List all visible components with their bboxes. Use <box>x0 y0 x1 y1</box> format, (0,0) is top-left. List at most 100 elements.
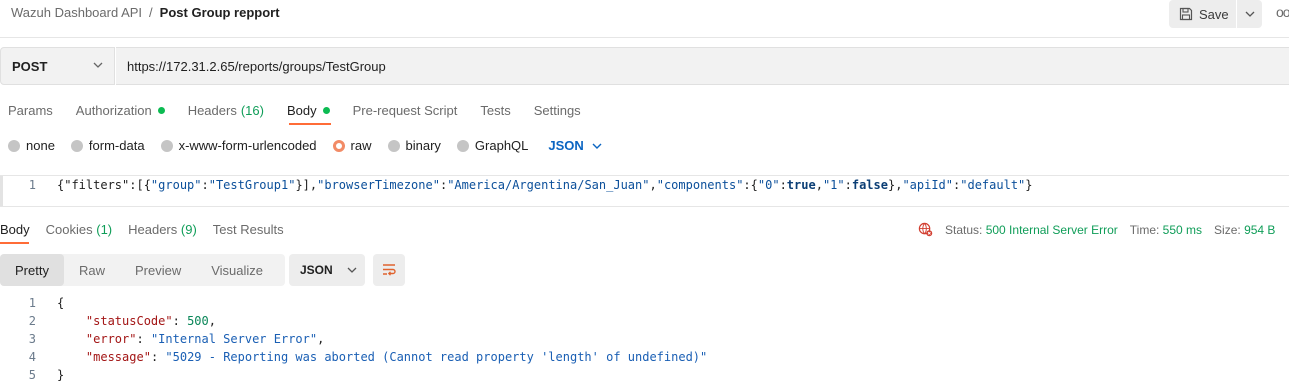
response-format-dropdown[interactable]: JSON <box>289 254 365 286</box>
code-token: : <box>150 350 166 364</box>
response-status-bar: Status: 500 Internal Server Error Time: … <box>918 222 1287 237</box>
response-size[interactable]: Size: 954 B <box>1214 223 1275 237</box>
code-token: {"filters":[{ <box>57 178 151 192</box>
header-divider <box>0 37 1289 38</box>
code-line: "message": "5029 - Reporting was aborted… <box>57 350 707 364</box>
line-number: 1 <box>28 296 36 310</box>
chevron-down-icon <box>1245 11 1254 17</box>
response-time[interactable]: Time: 550 ms <box>1130 223 1202 237</box>
code-token: , <box>815 178 823 192</box>
tab-settings[interactable]: Settings <box>534 102 581 118</box>
tab-response-headers[interactable]: Headers (9) <box>128 222 197 237</box>
response-status[interactable]: Status: 500 Internal Server Error <box>945 223 1118 237</box>
method-select[interactable]: POST <box>0 47 115 85</box>
wrap-lines-button[interactable] <box>373 254 405 286</box>
radio-circle-icon <box>456 139 469 152</box>
line-number: 4 <box>28 350 36 364</box>
save-options-button[interactable] <box>1237 0 1262 28</box>
line-number: 1 <box>28 178 36 192</box>
code-token: "5029 - Reporting was aborted (Cannot re… <box>165 350 708 364</box>
code-token: true <box>786 178 816 192</box>
code-token: : <box>201 178 209 192</box>
code-token: , <box>317 332 325 346</box>
code-token: "apiId" <box>902 178 954 192</box>
tab-headers[interactable]: Headers (16) <box>188 102 264 118</box>
code-token: "error" <box>85 332 137 346</box>
code-token: "default" <box>960 178 1026 192</box>
breadcrumb-separator: / <box>149 5 153 20</box>
code-token: } <box>1025 178 1033 192</box>
code-line: "error": "Internal Server Error", <box>57 332 324 346</box>
code-token: "TestGroup1" <box>208 178 296 192</box>
code-token: : <box>779 178 787 192</box>
view-pretty[interactable]: Pretty <box>0 254 64 286</box>
code-token: : <box>172 314 188 328</box>
save-icon <box>1179 7 1193 21</box>
response-tabs: Body Cookies (1) Headers (9) Test Result… <box>0 222 300 237</box>
code-token: "message" <box>85 350 151 364</box>
code-token: "browserTimezone" <box>317 178 440 192</box>
breadcrumb: Wazuh Dashboard API / Post Group repport <box>11 5 280 20</box>
tab-response-body[interactable]: Body <box>0 222 30 237</box>
request-body-code[interactable]: {"filters":[{"group":"TestGroup1"}],"bro… <box>57 178 1033 192</box>
active-tab-indicator <box>0 242 29 244</box>
code-token: }, <box>887 178 903 192</box>
radio-form-data[interactable]: form-data <box>70 138 145 153</box>
code-token: }], <box>295 178 318 192</box>
code-token: , <box>208 314 216 328</box>
tab-tests[interactable]: Tests <box>480 102 510 118</box>
body-type-radios: none form-data x-www-form-urlencoded raw… <box>8 138 602 153</box>
radio-x-www-form-urlencoded[interactable]: x-www-form-urlencoded <box>160 138 317 153</box>
line-number: 3 <box>28 332 36 346</box>
tab-test-results[interactable]: Test Results <box>213 222 284 237</box>
code-token: : <box>844 178 852 192</box>
chevron-down-icon <box>592 143 602 149</box>
radio-graphql[interactable]: GraphQL <box>456 138 528 153</box>
request-name[interactable]: Post Group repport <box>160 5 280 20</box>
code-token: :{ <box>743 178 758 192</box>
tab-body[interactable]: Body <box>287 102 330 118</box>
save-button[interactable]: Save <box>1169 0 1236 28</box>
tab-params[interactable]: Params <box>8 102 53 118</box>
request-tabs: Params Authorization Headers (16) Body Pr… <box>8 102 604 118</box>
tab-cookies[interactable]: Cookies (1) <box>46 222 112 237</box>
radio-circle-icon <box>70 139 83 152</box>
code-line: } <box>57 368 64 382</box>
code-token: "group" <box>150 178 202 192</box>
code-token: "0" <box>757 178 780 192</box>
radio-circle-icon <box>8 139 20 152</box>
url-input[interactable]: https://172.31.2.65/reports/groups/TestG… <box>116 47 1289 85</box>
active-tab-indicator <box>289 123 331 125</box>
code-token: "1" <box>822 178 845 192</box>
view-preview[interactable]: Preview <box>120 254 196 286</box>
more-options-icon[interactable]: ooo <box>1276 4 1289 20</box>
method-label: POST <box>12 58 48 74</box>
code-token: "components" <box>656 178 744 192</box>
modified-dot-icon <box>157 106 165 114</box>
tab-authorization[interactable]: Authorization <box>76 102 165 118</box>
radio-selected-icon <box>332 139 345 152</box>
tab-pre-request-script[interactable]: Pre-request Script <box>353 102 458 118</box>
code-token: "Internal Server Error" <box>150 332 318 346</box>
modified-dot-icon <box>322 106 330 114</box>
view-raw[interactable]: Raw <box>64 254 120 286</box>
code-token: false <box>851 178 888 192</box>
chevron-down-icon <box>347 267 357 273</box>
body-format-dropdown[interactable]: JSON <box>548 138 602 153</box>
view-mode-toggle: Pretty Raw Preview Visualize <box>0 254 285 286</box>
breadcrumb-collection[interactable]: Wazuh Dashboard API <box>11 5 142 20</box>
radio-raw[interactable]: raw <box>332 138 372 153</box>
radio-circle-icon <box>387 139 400 152</box>
wrap-lines-icon <box>383 264 396 276</box>
radio-none[interactable]: none <box>8 138 55 153</box>
line-number: 5 <box>28 368 36 382</box>
network-error-icon[interactable] <box>918 222 933 237</box>
radio-binary[interactable]: binary <box>387 138 441 153</box>
code-token: } <box>57 368 65 382</box>
save-label: Save <box>1199 6 1229 22</box>
code-token: "statusCode" <box>85 314 173 328</box>
view-visualize[interactable]: Visualize <box>196 254 278 286</box>
chevron-down-icon <box>93 62 103 68</box>
